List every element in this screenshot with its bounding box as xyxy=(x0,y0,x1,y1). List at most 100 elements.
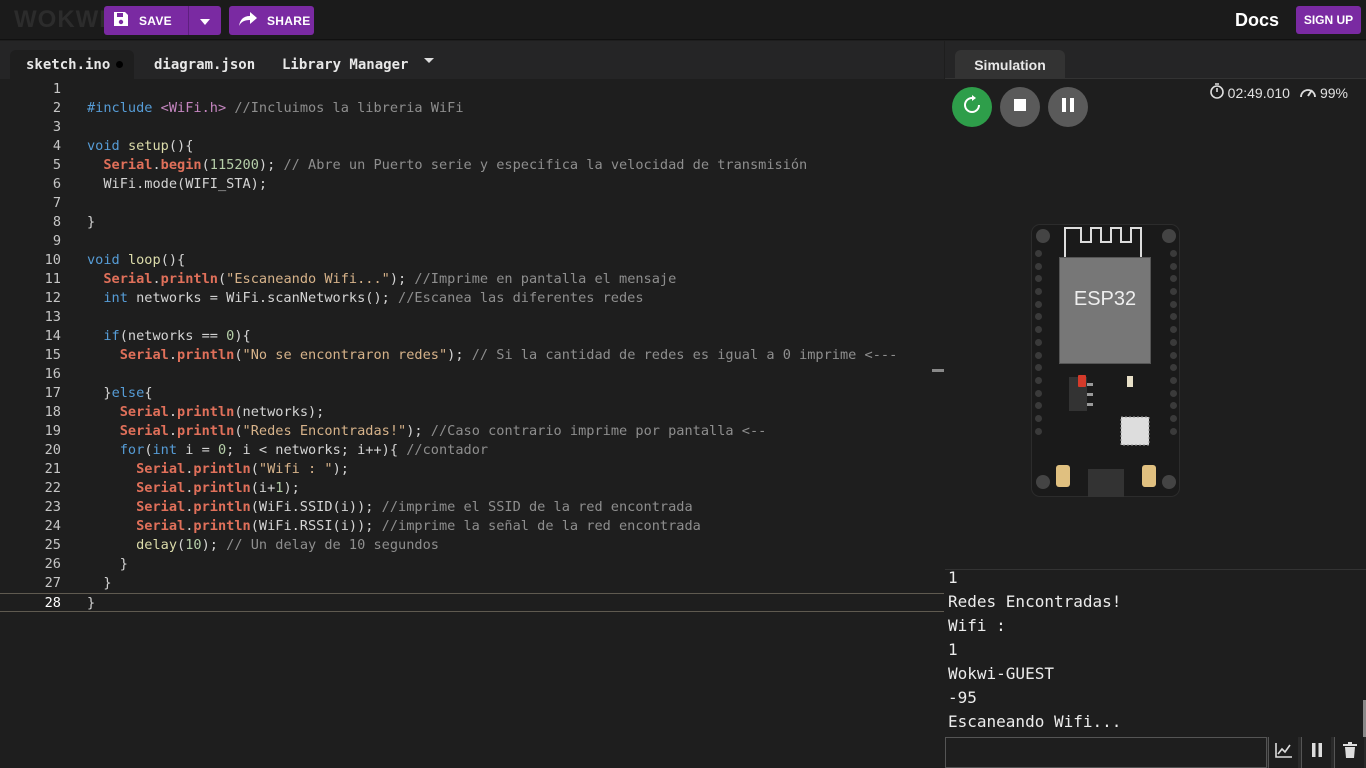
line-number: 20 xyxy=(44,442,61,458)
tab-label: diagram.json xyxy=(154,56,256,73)
line-number: 25 xyxy=(44,537,61,553)
code-line[interactable]: 23 Serial.println(WiFi.SSID(i)); //impri… xyxy=(0,498,944,517)
code-text: #include <WiFi.h> //Incluimos la libreri… xyxy=(87,100,464,116)
code-text: for(int i = 0; i < networks; i++){ //con… xyxy=(119,442,489,458)
line-number: 16 xyxy=(44,366,61,382)
line-number: 22 xyxy=(44,480,61,496)
save-options-button[interactable] xyxy=(189,14,221,28)
simulation-panel: Simulation 02:49.010 99% ESP32 xyxy=(945,41,1366,569)
line-number: 14 xyxy=(44,328,61,344)
code-line[interactable]: 5 Serial.begin(115200); // Abre un Puert… xyxy=(0,156,944,175)
tab-label: Library Manager xyxy=(282,56,409,73)
stop-icon xyxy=(1014,98,1026,116)
line-number: 17 xyxy=(44,385,61,401)
esp32-board[interactable]: ESP32 xyxy=(1031,224,1180,497)
code-text: Serial.println(networks); xyxy=(119,404,325,420)
line-number: 6 xyxy=(52,176,61,192)
code-line[interactable]: 27 } xyxy=(0,574,944,593)
code-text: void loop(){ xyxy=(87,252,186,268)
code-line[interactable]: 10 void loop(){ xyxy=(0,251,944,270)
code-line[interactable]: 17 }else{ xyxy=(0,384,944,403)
code-line[interactable]: 22 Serial.println(i+1); xyxy=(0,479,944,498)
save-button-label: SAVE xyxy=(139,13,172,28)
pause-simulation-button[interactable] xyxy=(1048,87,1088,127)
code-line[interactable]: 15 Serial.println("No se encontraron red… xyxy=(0,346,944,365)
code-line[interactable]: 16 xyxy=(0,365,944,384)
docs-link[interactable]: Docs xyxy=(1235,10,1279,31)
serial-monitor-output[interactable]: 1 Redes Encontradas! Wifi : 1 Wokwi-GUEST -95… xyxy=(945,569,1366,737)
tab-diagram-json[interactable]: diagram.json xyxy=(154,50,255,79)
serial-monitor-toolbar xyxy=(945,737,1366,768)
code-line[interactable]: 12 int networks = WiFi.scanNetworks(); /… xyxy=(0,289,944,308)
line-number: 13 xyxy=(44,309,61,325)
code-line[interactable]: 20 for(int i = 0; i < networks; i++){ //… xyxy=(0,441,944,460)
line-number: 9 xyxy=(52,233,61,249)
simulation-canvas[interactable]: 02:49.010 99% ESP32 xyxy=(945,79,1366,569)
code-line[interactable]: 19 Serial.println("Redes Encontradas!");… xyxy=(0,422,944,441)
code-text: Serial.println("No se encontraron redes"… xyxy=(119,347,898,363)
pause-icon xyxy=(1062,97,1074,117)
line-number: 27 xyxy=(44,575,61,591)
code-text: Serial.println(i+1); xyxy=(136,480,300,496)
stop-simulation-button[interactable] xyxy=(1000,87,1040,127)
code-line[interactable]: 26 } xyxy=(0,555,944,574)
serial-input-field[interactable] xyxy=(945,737,1267,768)
esp32-chip-label: ESP32 xyxy=(1073,288,1137,310)
code-line[interactable]: 28} xyxy=(0,593,944,612)
line-number: 8 xyxy=(52,214,61,230)
signup-button[interactable]: SIGN UP xyxy=(1296,6,1361,34)
code-text: void setup(){ xyxy=(87,138,194,154)
serial-clear-button[interactable] xyxy=(1334,737,1364,768)
code-text: } xyxy=(87,595,96,611)
save-button[interactable]: SAVE xyxy=(104,6,188,35)
tab-label: sketch.ino xyxy=(26,56,111,73)
simulation-timer: 02:49.010 99% xyxy=(1209,83,1348,102)
code-text: } xyxy=(87,556,128,572)
code-line[interactable]: 4 void setup(){ xyxy=(0,137,944,156)
code-line[interactable]: 18 Serial.println(networks); xyxy=(0,403,944,422)
code-line[interactable]: 21 Serial.println("Wifi : "); xyxy=(0,460,944,479)
tab-simulation[interactable]: Simulation xyxy=(955,50,1065,79)
serial-output-line: Escaneando Wifi... xyxy=(948,712,1122,731)
restart-icon xyxy=(962,94,982,120)
code-line[interactable]: 25 delay(10); // Un delay de 10 segundos xyxy=(0,536,944,555)
esp32-chip: ESP32 xyxy=(1059,257,1151,364)
serial-output-line: -95 xyxy=(948,688,977,707)
code-line[interactable]: 11 Serial.println("Escaneando Wifi...");… xyxy=(0,270,944,289)
serial-plotter-button[interactable] xyxy=(1268,737,1298,768)
line-number: 26 xyxy=(44,556,61,572)
code-line[interactable]: 14 if(networks == 0){ xyxy=(0,327,944,346)
chevron-down-icon xyxy=(200,14,210,28)
code-text: }else{ xyxy=(87,385,153,401)
tabs-menu-chevron-icon[interactable] xyxy=(424,58,434,63)
serial-output-line: Redes Encontradas! xyxy=(948,592,1122,611)
code-line[interactable]: 7 xyxy=(0,194,944,213)
line-number: 21 xyxy=(44,461,61,477)
code-line[interactable]: 8} xyxy=(0,213,944,232)
code-line[interactable]: 13 xyxy=(0,308,944,327)
pause-icon xyxy=(1311,743,1322,762)
code-line[interactable]: 3 xyxy=(0,118,944,137)
serial-pause-button[interactable] xyxy=(1301,737,1331,768)
tab-sketch-ino[interactable]: sketch.ino xyxy=(10,50,134,79)
line-number: 23 xyxy=(44,499,61,515)
line-number: 18 xyxy=(44,404,61,420)
code-line[interactable]: 9 xyxy=(0,232,944,251)
editor-tab-bar: sketch.ino diagram.json Library Manager xyxy=(0,41,944,79)
code-editor[interactable]: 1 2 #include <WiFi.h> //Incluimos la libre… xyxy=(0,79,944,768)
elapsed-time: 02:49.010 xyxy=(1227,84,1290,101)
line-number: 11 xyxy=(44,271,61,287)
tab-library-manager[interactable]: Library Manager xyxy=(282,50,408,79)
code-text: Serial.println("Wifi : "); xyxy=(136,461,349,477)
wokwi-logo[interactable]: WOKWI xyxy=(14,6,107,34)
code-line[interactable]: 6 WiFi.mode(WIFI_STA); xyxy=(0,175,944,194)
right-pin-header xyxy=(1170,250,1177,440)
code-text: Serial.println("Redes Encontradas!"); //… xyxy=(119,423,767,439)
line-number: 15 xyxy=(44,347,61,363)
code-line[interactable]: 2 #include <WiFi.h> //Incluimos la librer… xyxy=(0,99,944,118)
code-line[interactable]: 1 xyxy=(0,80,944,99)
share-button[interactable]: SHARE xyxy=(229,6,314,35)
restart-simulation-button[interactable] xyxy=(952,87,992,127)
code-line[interactable]: 24 Serial.println(WiFi.RSSI(i)); //impri… xyxy=(0,517,944,536)
line-number: 28 xyxy=(44,595,61,611)
